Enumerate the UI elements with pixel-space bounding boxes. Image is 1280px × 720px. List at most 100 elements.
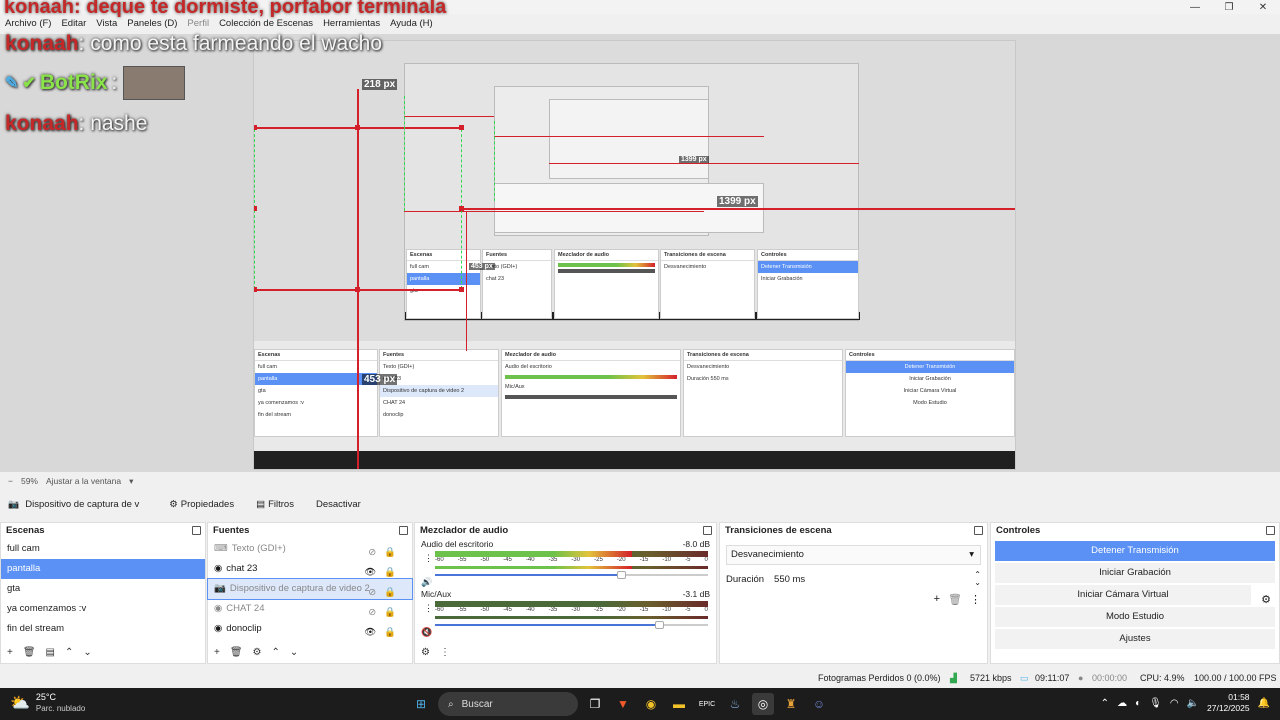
source-item[interactable]: ◉ chat 23 👁 🔒 (208, 559, 412, 579)
epic-games-icon[interactable]: EPIC (696, 693, 718, 715)
scene-item[interactable]: ya comenzamos :v (1, 599, 205, 619)
guide-line (404, 116, 494, 117)
speaker-muted-icon[interactable]: 🔇 (421, 627, 432, 638)
game-launcher-icon[interactable]: ♜ (780, 693, 802, 715)
preview-canvas[interactable]: Escenas full cam pantalla gta Fuentes Te… (253, 40, 1016, 470)
scene-item[interactable]: gta (1, 579, 205, 599)
settings-button[interactable]: Ajustes (995, 629, 1275, 649)
audio-settings-icon[interactable]: ⚙ (421, 647, 430, 658)
clock[interactable]: 01:58 27/12/2025 (1207, 692, 1250, 714)
transition-select[interactable]: Desvanecimiento ▾ (726, 545, 981, 565)
meter-tick-label: -5 (685, 557, 691, 563)
source-item[interactable]: ◉ CHAT 24 ⊘ 🔒 (208, 599, 412, 619)
resize-handle[interactable] (254, 287, 257, 292)
meter-tick-label: -45 (503, 557, 512, 563)
undock-icon[interactable] (1266, 526, 1275, 535)
source-item-selected[interactable]: 📷 Dispositivo de captura de video 2 ⊘ 🔒 (207, 578, 413, 600)
filters-button[interactable]: ▤ Filtros (248, 495, 302, 514)
resize-handle[interactable] (459, 287, 464, 292)
kebab-menu-icon[interactable]: ⋮ (424, 603, 433, 614)
move-up-icon[interactable]: ⌃ (65, 647, 73, 658)
meter-tick-label: -35 (548, 557, 558, 563)
windows-start-icon[interactable]: ⊞ (410, 693, 432, 715)
tray-app-icon[interactable]: ☁ (1117, 698, 1127, 709)
kebab-menu-icon[interactable]: ⋮ (440, 647, 450, 658)
move-up-icon[interactable]: ⌃ (272, 647, 280, 658)
add-icon[interactable]: + (934, 593, 940, 606)
undock-icon[interactable] (399, 526, 408, 535)
move-down-icon[interactable]: ⌄ (290, 647, 298, 658)
eye-icon[interactable]: 👁 (364, 623, 376, 643)
trash-icon[interactable]: 🗑 (23, 647, 36, 658)
mixer-title: Mezclador de audio (415, 523, 716, 539)
undock-icon[interactable] (974, 526, 983, 535)
browser-icon: ◉ (214, 623, 223, 634)
gear-icon[interactable]: ⚙ (1261, 593, 1271, 606)
source-item[interactable]: ◉ donoclip 👁 🔒 (208, 619, 412, 639)
add-icon[interactable]: + (7, 647, 13, 658)
undock-icon[interactable] (192, 526, 201, 535)
scene-item[interactable]: full cam (1, 539, 205, 559)
zoom-fit-label[interactable]: Ajustar a la ventana (46, 476, 121, 486)
brave-browser-icon[interactable]: ▼ (612, 693, 634, 715)
resize-handle[interactable] (355, 125, 360, 130)
gear-icon[interactable]: ⚙ (253, 647, 262, 658)
notification-icon[interactable]: 🔔 (1258, 698, 1270, 709)
volume-track (435, 574, 621, 576)
move-down-icon[interactable]: ⌄ (83, 647, 91, 658)
taskbar-search[interactable]: ⌕ Buscar (438, 692, 578, 716)
deactivate-button[interactable]: Desactivar (308, 495, 369, 514)
meter-tick-label: -50 (480, 607, 490, 613)
speaker-icon[interactable]: 🔊 (421, 577, 432, 588)
wifi-icon[interactable]: ◠ (1170, 698, 1179, 709)
lock-icon[interactable]: 🔒 (384, 623, 396, 643)
tray-chevron-icon[interactable]: ⌃ (1101, 698, 1109, 709)
studio-mode-button[interactable]: Modo Estudio (995, 607, 1275, 627)
trash-icon[interactable]: 🗑 (230, 647, 243, 658)
resize-handle[interactable] (459, 206, 464, 211)
volume-rest (620, 574, 708, 576)
volume-icon[interactable]: 🔈 (1187, 698, 1199, 709)
properties-button[interactable]: ⚙ Propiedades (161, 495, 242, 514)
zoom-out-icon[interactable]: − (8, 476, 13, 486)
meter-tick-label: -40 (525, 557, 535, 563)
scene-item[interactable]: fin del stream (1, 619, 205, 639)
resize-handle[interactable] (254, 125, 257, 130)
task-view-icon[interactable]: ❐ (584, 693, 606, 715)
kebab-menu-icon[interactable]: ⋮ (424, 553, 433, 564)
start-virtual-camera-button[interactable]: Iniciar Cámara Virtual (995, 585, 1251, 605)
chrome-icon[interactable]: ◉ (640, 693, 662, 715)
volume-slider[interactable] (435, 571, 708, 579)
nested-scenes-panel: Escenas full cam pantalla gta (406, 249, 481, 319)
duration-stepper[interactable]: ⌃ ⌄ (974, 571, 981, 587)
discord-icon[interactable]: ☺ (808, 693, 830, 715)
kebab-menu-icon[interactable]: ⋮ (970, 593, 981, 606)
chevron-down-icon[interactable]: ▾ (129, 476, 133, 487)
steam-icon[interactable]: ♨ (724, 693, 746, 715)
resize-handle[interactable] (355, 287, 360, 292)
start-recording-button[interactable]: Iniciar Grabación (995, 563, 1275, 583)
volume-knob[interactable] (654, 621, 664, 629)
volume-slider[interactable] (435, 621, 708, 629)
source-item[interactable]: ⌨ Texto (GDI+) ⊘ 🔒 (208, 539, 412, 559)
mic-icon[interactable]: 🎙 (1149, 698, 1162, 709)
scene-item-selected[interactable]: pantalla (1, 559, 205, 579)
filter-icon[interactable]: ▤ (46, 647, 55, 658)
tray-app-icon[interactable]: ◐ (1135, 698, 1141, 709)
close-button[interactable]: ✕ (1246, 0, 1280, 14)
obs-icon[interactable]: ◎ (752, 693, 774, 715)
weather-widget[interactable]: ⛅ 25°C Parc. nublado (10, 692, 85, 714)
file-explorer-icon[interactable]: ▬ (668, 693, 690, 715)
duration-input[interactable]: 550 ms (774, 574, 964, 585)
stop-streaming-button[interactable]: Detener Transmisión (995, 541, 1275, 561)
volume-knob[interactable] (616, 571, 626, 579)
undock-icon[interactable] (703, 526, 712, 535)
nested-sources-panel: Fuentes Texto (GDI+) chat 23 (482, 249, 552, 319)
record-time: 00:00:00 (1092, 673, 1128, 683)
add-icon[interactable]: + (214, 647, 220, 658)
resize-handle[interactable] (254, 206, 257, 211)
resize-handle[interactable] (459, 125, 464, 130)
maximize-button[interactable]: ❐ (1212, 0, 1246, 14)
trash-icon[interactable]: 🗑 (948, 593, 962, 606)
minimize-button[interactable]: — (1178, 0, 1212, 14)
